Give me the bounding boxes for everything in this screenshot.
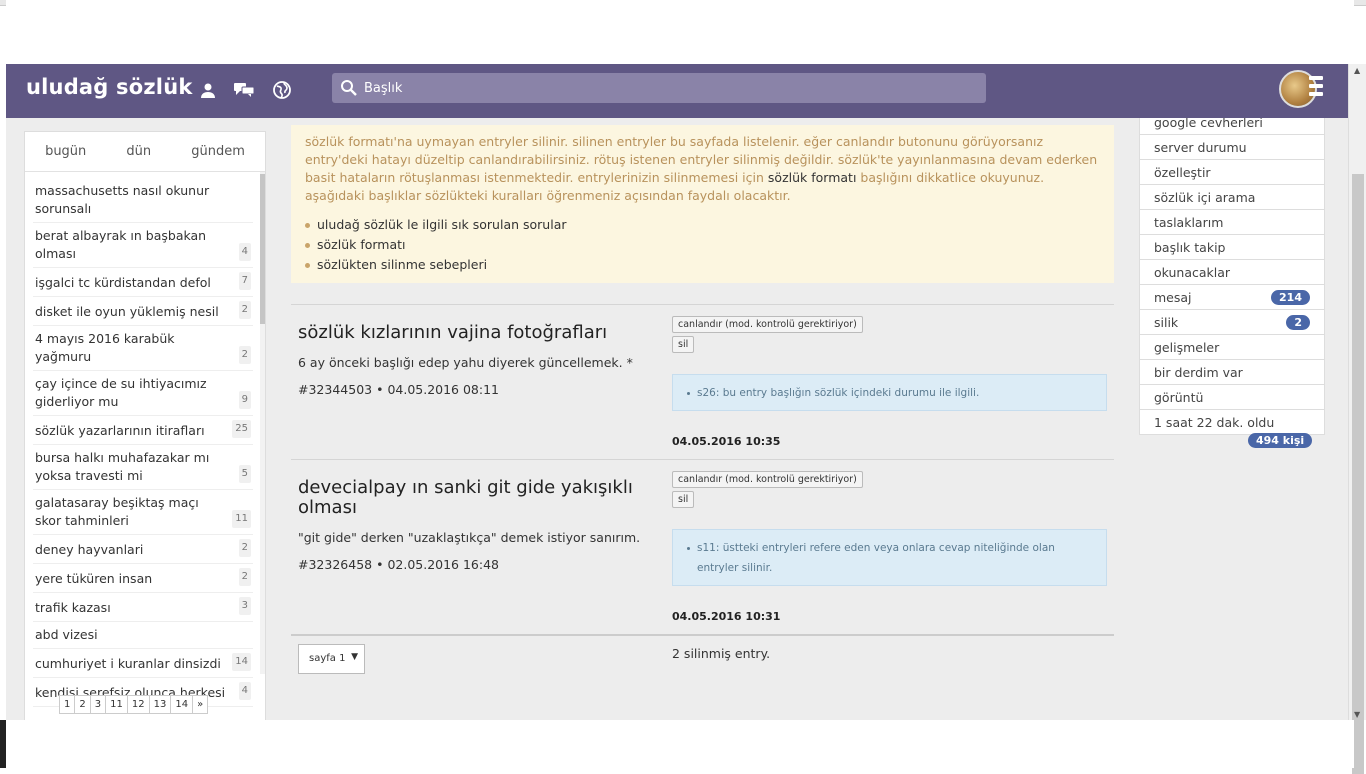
search-input[interactable]: Başlık	[364, 81, 402, 96]
scroll-up-icon[interactable]: ▲	[1354, 66, 1360, 75]
menu-item[interactable]: bir derdim var	[1139, 360, 1325, 385]
delete-button[interactable]: sil	[672, 336, 695, 353]
bottom-blank-area	[6, 720, 1354, 768]
site-header: uludağ sözlük Başlık	[6, 64, 1348, 118]
menu-item-silik[interactable]: silik 2	[1139, 310, 1325, 335]
list-item[interactable]: çay içince de su ihtiyacımız giderliyor …	[33, 371, 253, 416]
menu-item[interactable]: görüntü	[1139, 385, 1325, 410]
entry-date: 02.05.2016 16:48	[387, 557, 500, 572]
notice-text: sözlük formatı'na uymayan entryler silin…	[305, 134, 1098, 203]
entry-title[interactable]: devecialpay ın sanki git gide yakışıklı …	[298, 478, 648, 518]
tab-dun[interactable]: dün	[126, 144, 151, 159]
menu-item[interactable]: server durumu	[1139, 135, 1325, 160]
page-link[interactable]: 3	[89, 695, 107, 714]
session-time: 1 saat 22 dak. oldu	[1139, 410, 1325, 435]
list-item[interactable]: sözlük yazarlarının itirafları 25	[33, 416, 253, 445]
list-item[interactable]: bursa halkı muhafazakar mı yoksa travest…	[33, 445, 253, 490]
entry-id[interactable]: #32344503	[298, 382, 372, 397]
right-panel: google cevherleri server durumu özelleşt…	[1139, 118, 1325, 435]
topic-pager: 1 2 3 11 12 13 14 »	[59, 695, 209, 714]
next-page-link[interactable]: »	[192, 695, 209, 714]
deletion-reason: s26: bu entry başlığın sözlük içindeki d…	[672, 374, 1107, 411]
tab-bugun[interactable]: bugün	[45, 144, 86, 159]
menu-icon[interactable]	[1309, 76, 1323, 100]
divider	[291, 634, 1114, 636]
list-item[interactable]: 4 mayıs 2016 karabük yağmuru 2	[33, 326, 253, 371]
count-badge: 214	[1271, 289, 1310, 305]
menu-item-mesaj[interactable]: mesaj 214	[1139, 285, 1325, 310]
entry-date: 04.05.2016 08:11	[387, 382, 500, 397]
notice-links: uludağ sözlük le ilgili sık sorulan soru…	[305, 215, 1100, 275]
menu-item[interactable]: google cevherleri	[1139, 118, 1325, 135]
window-edge	[0, 720, 6, 768]
chevron-down-icon: ▼	[351, 652, 358, 662]
entry-meta: #32326458 • 02.05.2016 16:48	[298, 557, 500, 572]
scroll-down-icon[interactable]: ▼	[1354, 710, 1360, 719]
tab-gundem[interactable]: gündem	[191, 144, 245, 159]
page-link[interactable]: 13	[148, 695, 172, 714]
entry-text: 6 ay önceki başlığı edep yahu diyerek gü…	[298, 355, 633, 370]
page-select[interactable]: sayfa 1 ▼	[298, 644, 365, 674]
search-icon	[341, 80, 357, 96]
deletion-reasons-link[interactable]: sözlükten silinme sebepleri	[305, 255, 1100, 275]
page-link[interactable]: 1	[59, 695, 76, 714]
entry-id[interactable]: #32326458	[298, 557, 372, 572]
format-link[interactable]: sözlük formatı	[768, 170, 857, 185]
scroll-thumb[interactable]	[1352, 174, 1364, 774]
list-item[interactable]: disket ile oyun yüklemiş nesil 2	[33, 297, 253, 326]
page-link[interactable]: 2	[74, 695, 91, 714]
faq-link[interactable]: uludağ sözlük le ilgili sık sorulan soru…	[305, 215, 1100, 235]
deleted-at: 04.05.2016 10:35	[672, 435, 781, 448]
page-link[interactable]: 12	[126, 695, 150, 714]
list-item[interactable]: yere tüküren insan 2	[33, 564, 253, 593]
menu-item[interactable]: okunacaklar	[1139, 260, 1325, 285]
deletion-reason: s11: üstteki entryleri refere eden veya …	[672, 529, 1107, 586]
format-link-item[interactable]: sözlük formatı	[305, 235, 1100, 255]
top-blank-area	[6, 0, 1354, 64]
list-item[interactable]: trafik kazası 3	[33, 593, 253, 622]
list-item[interactable]: deney hayvanlari 2	[33, 535, 253, 564]
deleted-entry: sözlük kızlarının vajina fotoğrafları 6 …	[291, 304, 1114, 460]
left-scrollbar[interactable]	[260, 172, 265, 674]
entry-title[interactable]: sözlük kızlarının vajina fotoğrafları	[298, 323, 648, 343]
list-item[interactable]: abd vizesi	[33, 622, 253, 649]
topic-tabs: bugün dün gündem	[25, 132, 265, 172]
count-badge: 2	[1286, 314, 1310, 330]
page-link[interactable]: 11	[105, 695, 128, 714]
deleted-entry: devecialpay ın sanki git gide yakışıklı …	[291, 459, 1114, 635]
entry-meta: #32344503 • 04.05.2016 08:11	[298, 382, 500, 397]
revive-button[interactable]: canlandır (mod. kontrolü gerektiriyor)	[672, 471, 863, 488]
menu-item[interactable]: özelleştir	[1139, 160, 1325, 185]
list-item[interactable]: galatasaray beşiktaş maçı skor tahminler…	[33, 490, 253, 535]
list-item[interactable]: massachusetts nasıl okunur sorunsalı	[33, 178, 253, 223]
deleted-count: 2 silinmiş entry.	[672, 646, 771, 661]
menu-item[interactable]: sözlük içi arama	[1139, 185, 1325, 210]
entry-text: "git gide" derken "uzaklaştıkça" demek i…	[298, 530, 641, 545]
topic-list: massachusetts nasıl okunur sorunsalı ber…	[33, 178, 253, 707]
page-scrollbar[interactable]: ▲ ▼	[1348, 64, 1366, 774]
left-panel: bugün dün gündem massachusetts nasıl oku…	[24, 131, 266, 720]
menu-item[interactable]: taslaklarım	[1139, 210, 1325, 235]
list-item[interactable]: berat albayrak ın başbakan olması 4	[33, 223, 253, 268]
info-notice: sözlük formatı'na uymayan entryler silin…	[291, 125, 1114, 283]
globe-icon[interactable]	[270, 78, 294, 102]
menu-item[interactable]: başlık takip	[1139, 235, 1325, 260]
page-link[interactable]: 14	[170, 695, 194, 714]
revive-button[interactable]: canlandır (mod. kontrolü gerektiriyor)	[672, 316, 863, 333]
main-content: bugün dün gündem massachusetts nasıl oku…	[6, 118, 1348, 720]
site-logo[interactable]: uludağ sözlük	[26, 75, 193, 99]
menu-item[interactable]: gelişmeler	[1139, 335, 1325, 360]
user-icon[interactable]	[196, 78, 220, 102]
list-item[interactable]: işgalci tc kürdistandan defol 7	[33, 268, 253, 297]
search-box[interactable]: Başlık	[332, 73, 986, 103]
online-count-badge[interactable]: 494 kişi	[1248, 433, 1313, 448]
messages-icon[interactable]	[232, 78, 256, 102]
deleted-at: 04.05.2016 10:31	[672, 610, 781, 623]
delete-button[interactable]: sil	[672, 491, 695, 508]
list-item[interactable]: cumhuriyet i kuranlar dinsizdi 14	[33, 649, 253, 678]
